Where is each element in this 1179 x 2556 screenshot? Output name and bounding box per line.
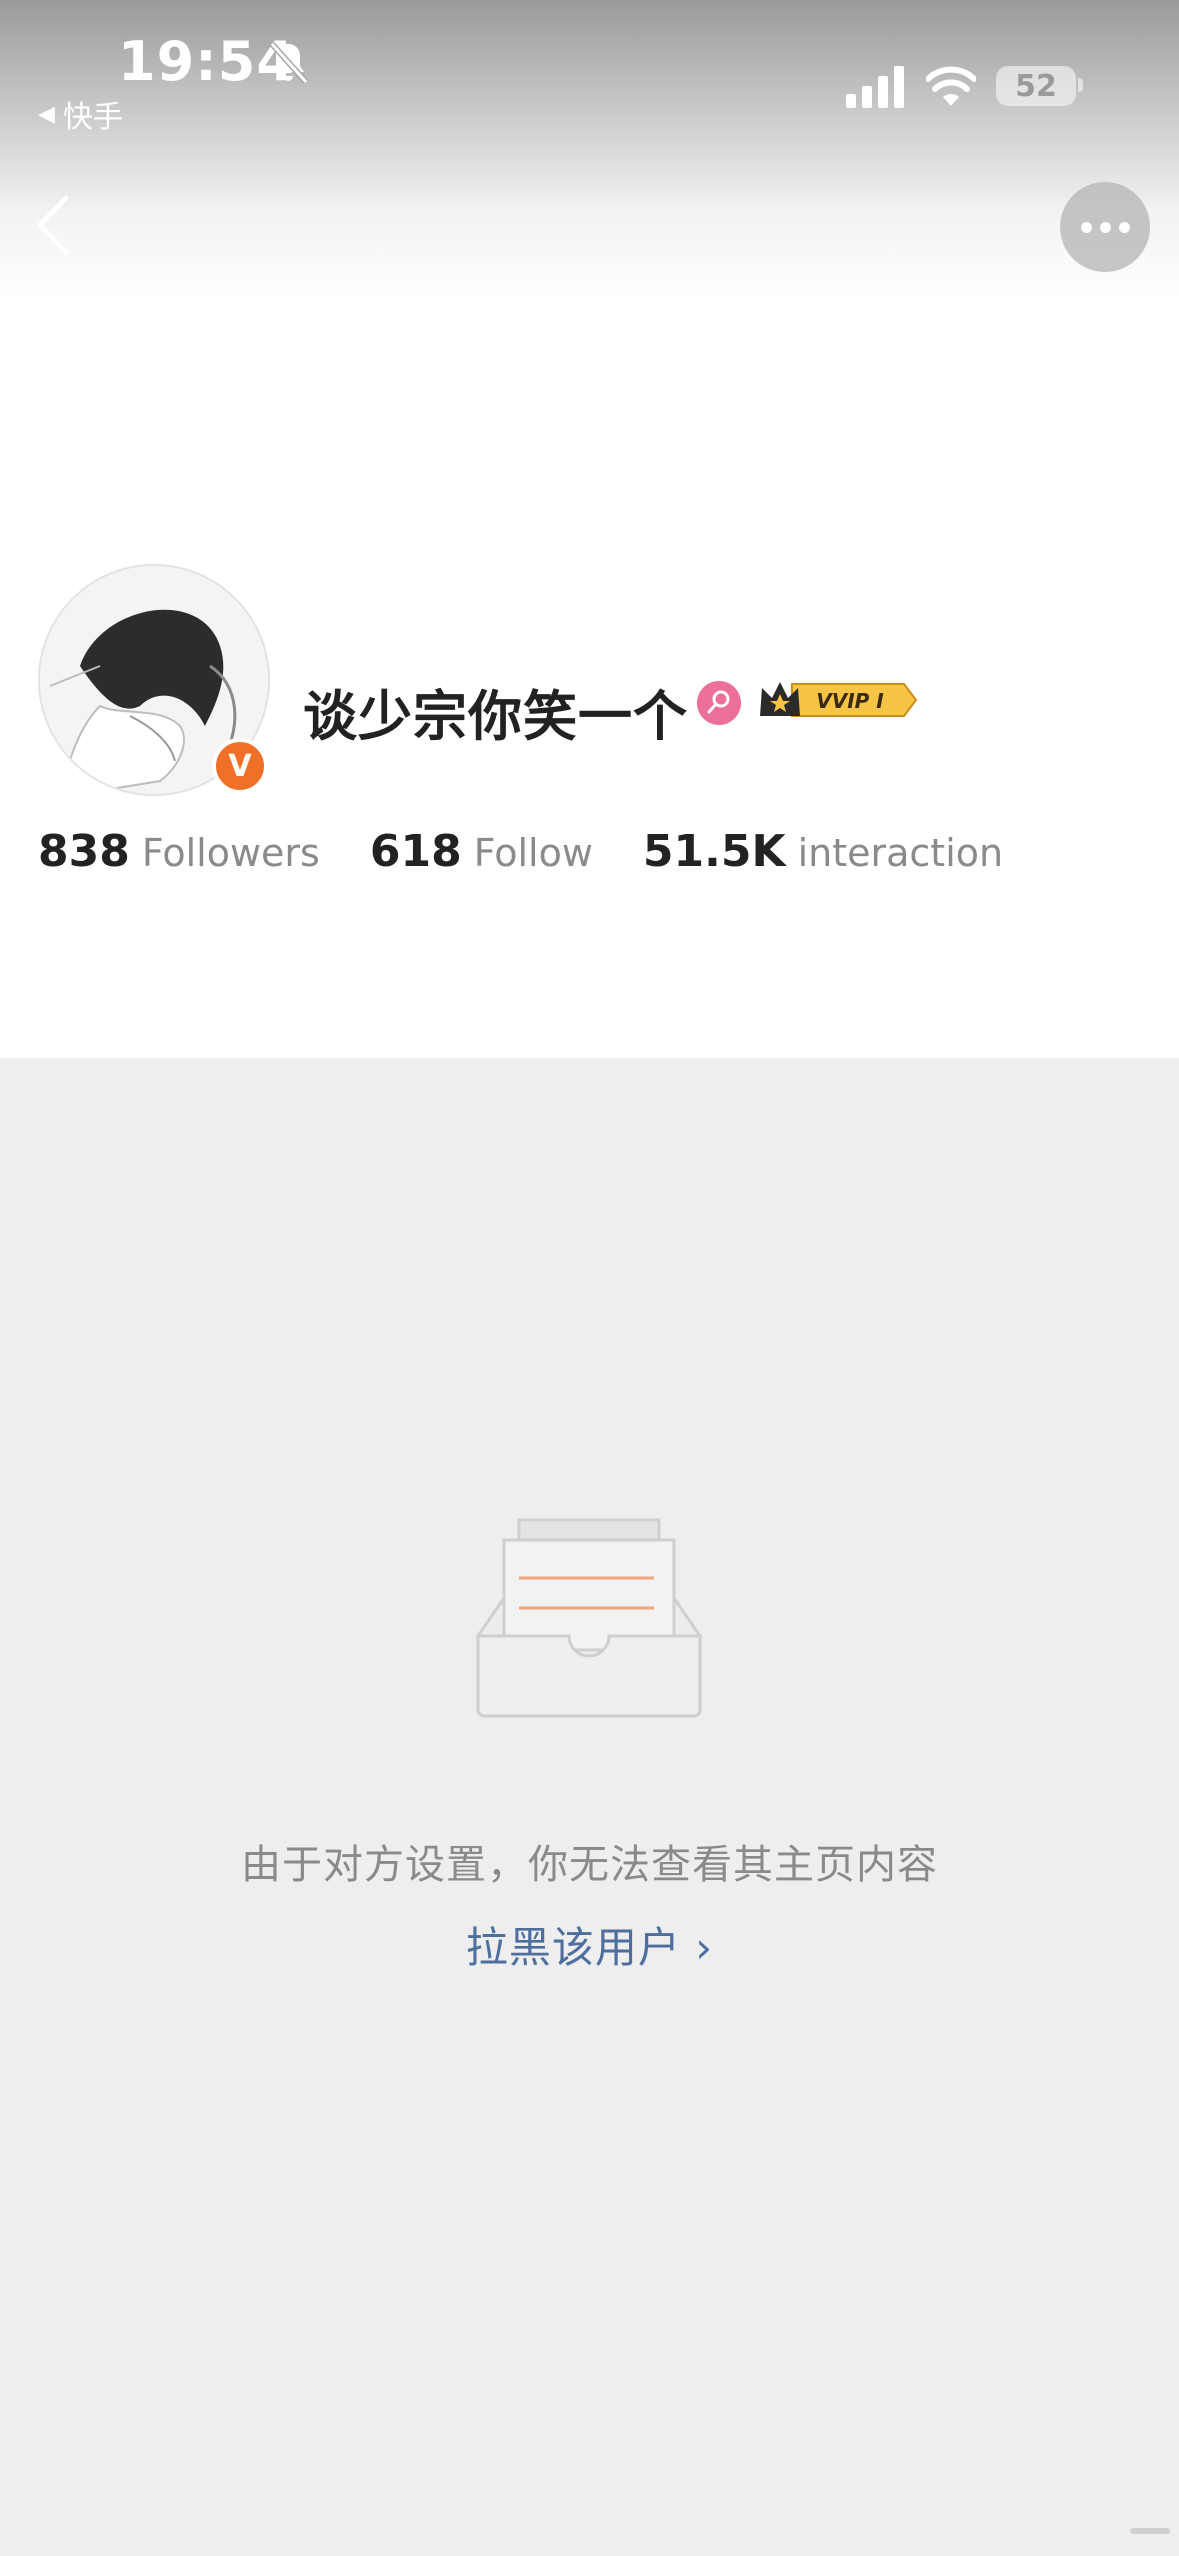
back-app-label: 快手 — [62, 100, 123, 135]
female-icon — [697, 681, 741, 725]
followers-count: 838 — [38, 826, 130, 877]
bell-muted-icon — [269, 41, 309, 85]
username: 谈少宗你笑一个 — [303, 685, 688, 748]
stat-followers[interactable]: 838 Followers — [38, 826, 320, 877]
vip-label: VVIP I — [816, 689, 884, 713]
back-to-app-link[interactable]: ◀ 快手 — [38, 92, 123, 136]
stat-interaction[interactable]: 51.5K interaction — [643, 826, 1003, 877]
follow-count: 618 — [369, 826, 462, 877]
battery-tip — [1078, 78, 1083, 92]
content-area — [0, 1058, 1179, 2556]
block-user-link[interactable]: 拉黑该用户 › — [0, 1914, 1179, 1975]
more-dots-icon — [1080, 221, 1092, 233]
interaction-count: 51.5K — [642, 826, 786, 877]
battery-icon: 52 — [996, 66, 1076, 106]
empty-inbox-icon — [475, 1518, 703, 1718]
verified-badge-icon: V — [212, 738, 268, 794]
empty-state-message: 由于对方设置，你无法查看其主页内容 — [241, 1842, 938, 1888]
home-indicator — [1130, 2528, 1170, 2534]
profile-stats: 838 Followers 618 Follow 51.5K interacti… — [38, 826, 1003, 877]
status-bar: 19:54 ◀ 快手 52 — [0, 0, 1179, 140]
back-triangle-icon: ◀ — [38, 101, 55, 127]
wifi-icon — [926, 66, 976, 106]
followers-label: Followers — [141, 831, 320, 875]
signal-icon — [846, 66, 904, 108]
follow-label: Follow — [473, 831, 593, 875]
chevron-left-icon[interactable] — [28, 190, 78, 260]
stat-follow[interactable]: 618 Follow — [370, 826, 593, 877]
more-button[interactable] — [1060, 182, 1150, 272]
battery-level: 52 — [1015, 68, 1057, 104]
vip-badge[interactable]: VVIP I — [756, 676, 918, 724]
interaction-label: interaction — [797, 831, 1004, 875]
verified-badge-label: V — [228, 748, 252, 784]
